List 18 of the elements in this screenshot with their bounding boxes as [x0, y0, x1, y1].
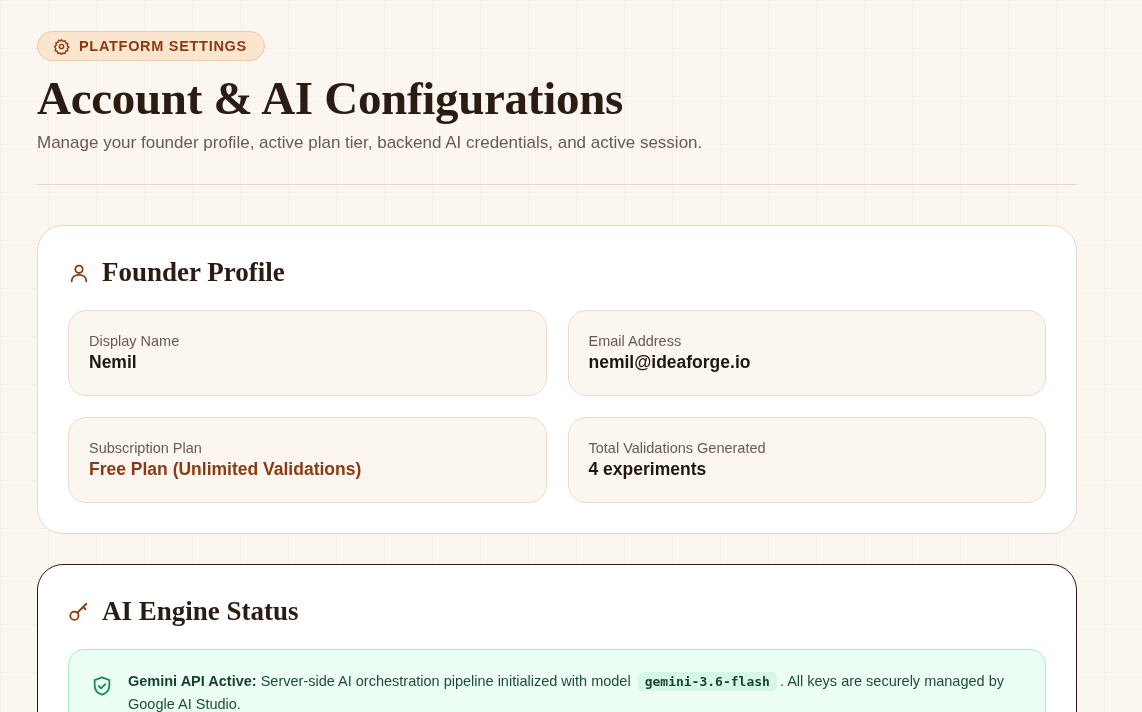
page-subtitle: Manage your founder profile, active plan tier, backend AI credentials, and active session. — [37, 133, 704, 154]
field-label: Total Validations Generated — [588, 440, 767, 457]
key-icon — [68, 600, 90, 623]
field-label: Subscription Plan — [89, 440, 203, 457]
model-code: gemini-3.6-flash — [637, 672, 777, 692]
field-label: Email Address — [588, 333, 683, 350]
badge-label: PLATFORM SETTINGS — [79, 38, 247, 54]
field-value: Free Plan (Unlimited Validations) — [89, 459, 363, 481]
shield-check-icon — [91, 675, 113, 698]
card-title: AI Engine Status — [102, 596, 299, 628]
field-label: Display Name — [89, 333, 181, 350]
status-message: Gemini API Active: Server-side AI orchestration pipeline initialized with model gemini-3.6-flash . All keys are securely managed by Google AI Studio. — [128, 671, 1005, 712]
field-value: 4 experiments — [588, 459, 708, 481]
card-title: Founder Profile — [102, 257, 285, 289]
settings-icon — [53, 37, 70, 55]
page-title: Account & AI Configurations — [37, 71, 624, 126]
field-value: nemil@ideaforge.io — [588, 352, 752, 374]
field-value: Nemil — [89, 352, 138, 374]
